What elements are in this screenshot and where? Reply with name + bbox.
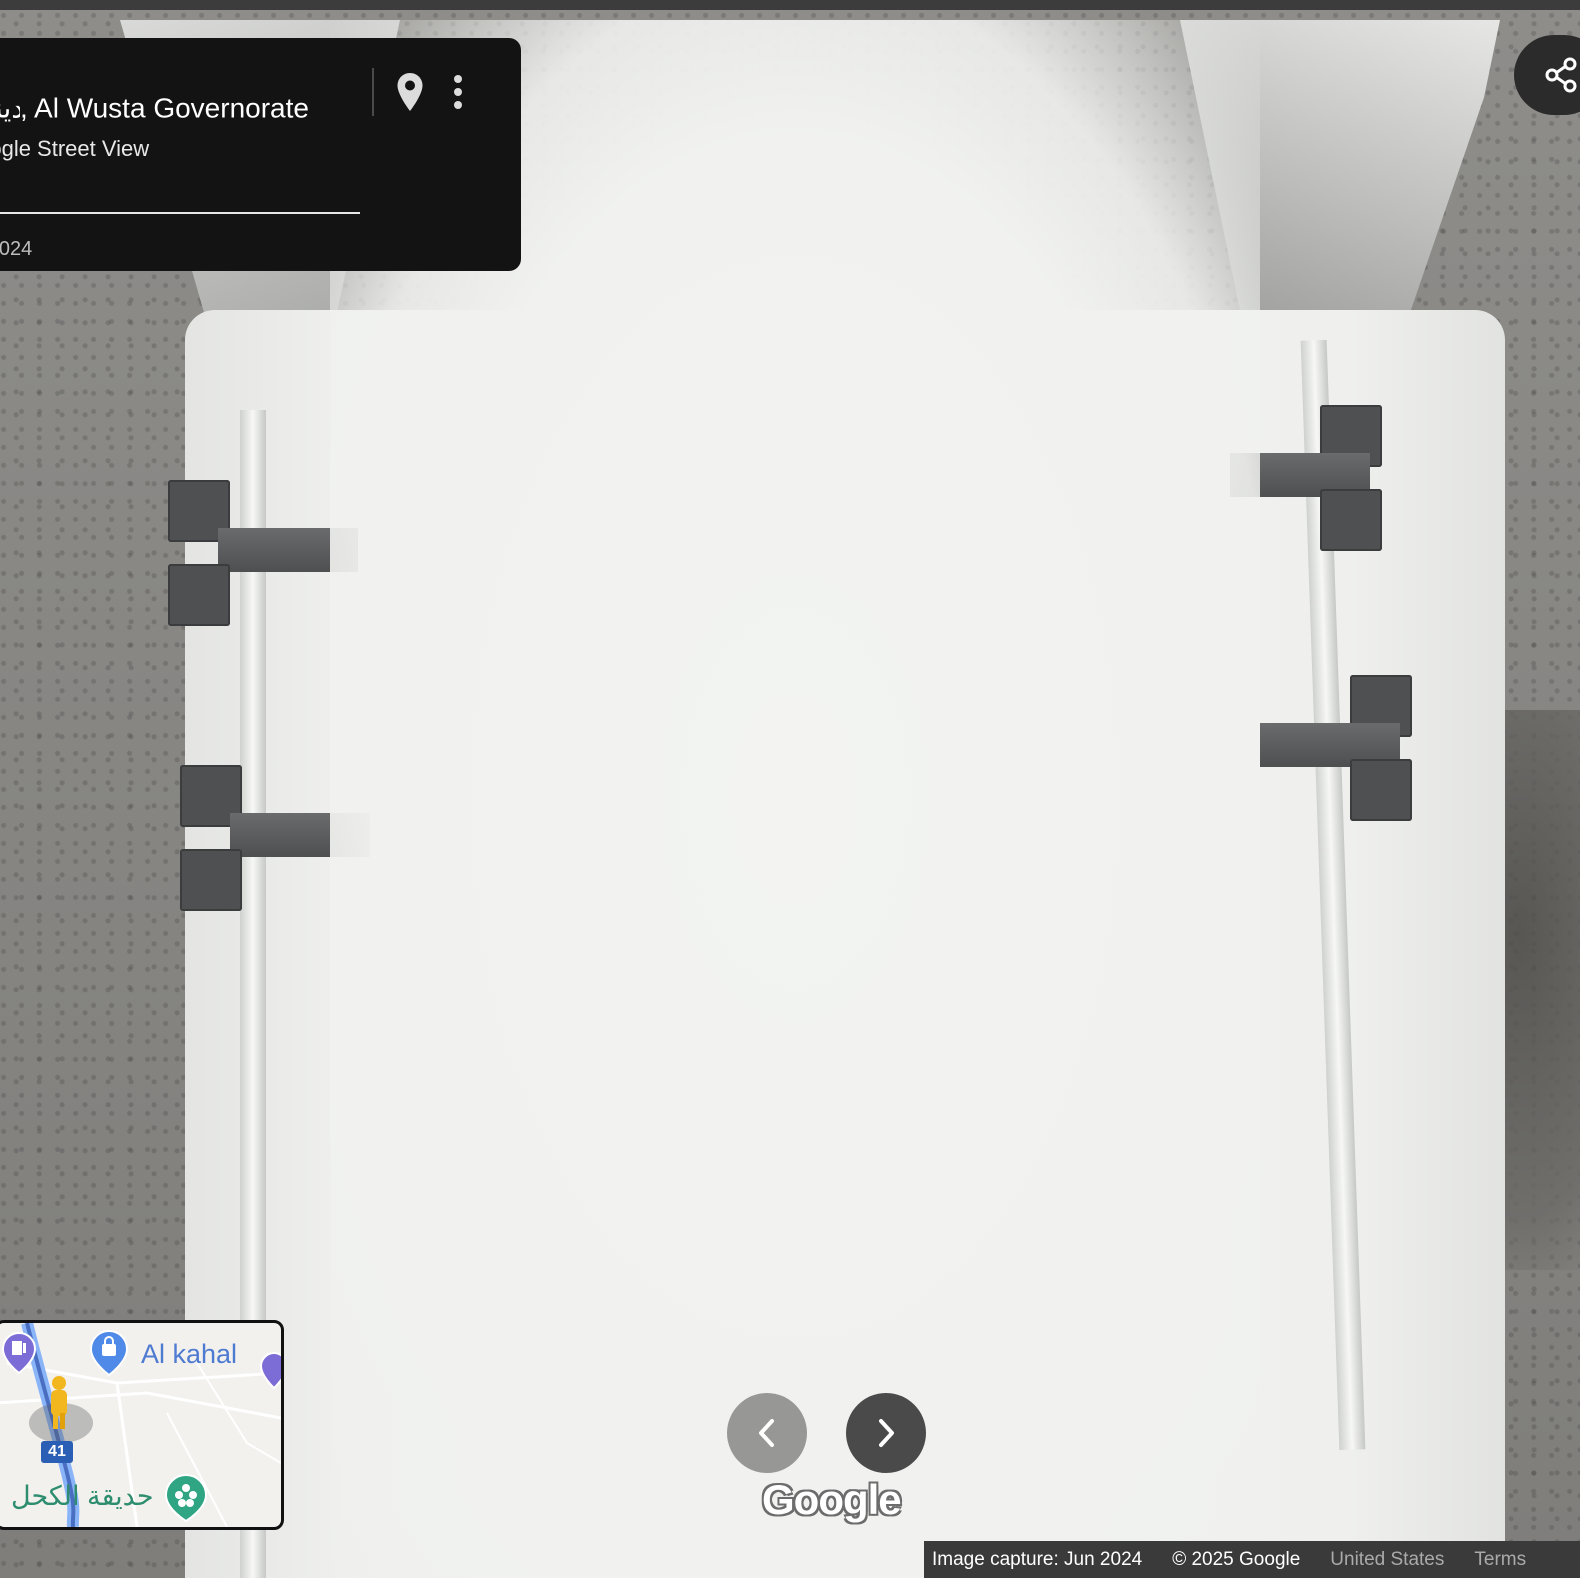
camera-mount-bracket xyxy=(1230,393,1440,573)
map-park-label: حديقة الكحل xyxy=(11,1481,154,1511)
park-icon xyxy=(164,1473,208,1523)
pegman-icon[interactable] xyxy=(47,1375,71,1431)
image-capture-date: Image capture: Jun 2024 xyxy=(932,1548,1143,1570)
region-link[interactable]: United States xyxy=(1330,1549,1444,1571)
camera-mount-bracket xyxy=(168,468,358,648)
camera-mount-bracket xyxy=(180,753,370,933)
next-photo-button[interactable] xyxy=(846,1393,926,1473)
show-on-map-button[interactable] xyxy=(390,68,430,116)
minimap[interactable]: Al kahal 41 حديقة الكحل xyxy=(0,1320,284,1530)
capture-date: Jun 2024 xyxy=(0,238,33,260)
more-vert-icon xyxy=(454,75,462,109)
copyright-text: © 2025 Google xyxy=(1172,1548,1301,1570)
chevron-right-icon xyxy=(879,1419,894,1447)
location-info-card: مدينة, Al Wusta Governorate Google Stree… xyxy=(0,38,521,271)
more-options-button[interactable] xyxy=(438,68,478,116)
gas-station-icon xyxy=(1,1331,37,1375)
location-title-text: , Al Wusta Governorate xyxy=(20,92,309,124)
terms-link[interactable]: Terms xyxy=(1474,1549,1526,1571)
route-shield: 41 xyxy=(41,1441,73,1463)
previous-photo-button[interactable] xyxy=(727,1393,807,1473)
shopping-bag-icon xyxy=(89,1329,129,1377)
location-title: مدينة, Al Wusta Governorate xyxy=(0,92,309,125)
google-logo: Google xyxy=(762,1476,902,1523)
card-divider xyxy=(0,212,360,214)
camera-mount-bracket xyxy=(1260,663,1470,843)
chevron-left-icon xyxy=(759,1419,774,1447)
window-top-bar xyxy=(0,0,1580,10)
map-place-label: Al kahal xyxy=(141,1339,238,1369)
card-vertical-separator xyxy=(372,68,374,116)
location-title-prefix: مدينة xyxy=(0,92,20,124)
share-icon xyxy=(1545,57,1577,93)
location-subtitle: Google Street View xyxy=(0,136,150,161)
map-marker-icon xyxy=(259,1351,281,1390)
attribution-bar: Image capture: Jun 2024 © 2025 Google Un… xyxy=(924,1541,1580,1578)
location-pin-icon xyxy=(397,73,423,111)
